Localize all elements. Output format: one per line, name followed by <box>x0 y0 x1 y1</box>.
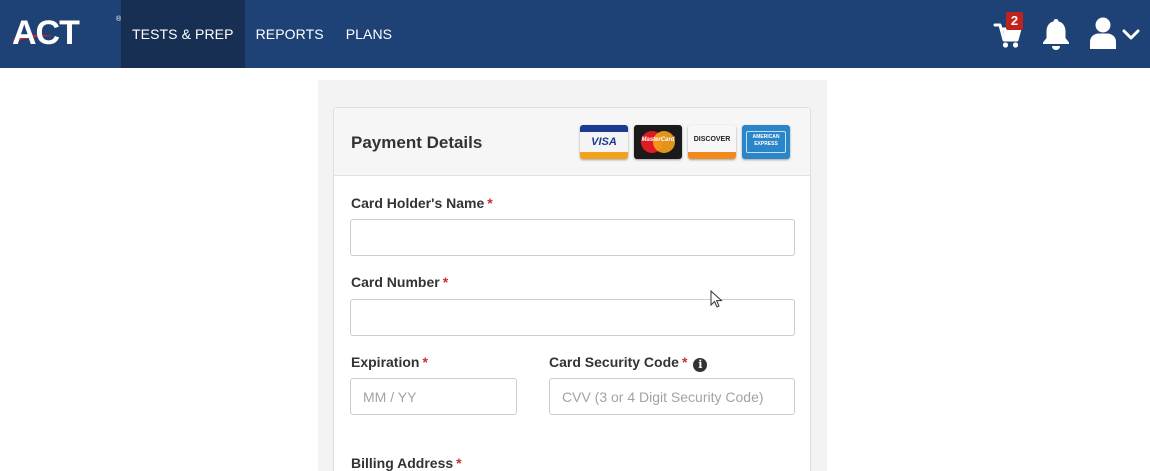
user-menu-button[interactable] <box>1089 16 1141 52</box>
required-marker: * <box>487 195 493 211</box>
card-number-input[interactable] <box>350 299 795 336</box>
top-navigation-bar: ACT ® TESTS & PREP REPORTS PLANS 2 <box>0 0 1150 68</box>
amex-card-icon: AMERICAN EXPRESS <box>742 125 790 159</box>
required-marker: * <box>456 455 462 471</box>
main-nav: TESTS & PREP REPORTS PLANS <box>121 0 403 68</box>
info-icon[interactable]: i <box>693 358 708 372</box>
nav-reports[interactable]: REPORTS <box>245 0 335 68</box>
mouse-cursor-icon <box>710 290 723 308</box>
cart-button[interactable]: 2 <box>993 12 1027 50</box>
discover-card-icon: DISCOVER <box>688 125 736 159</box>
card-holder-name-label: Card Holder's Name * <box>351 195 493 211</box>
accepted-cards: VISA MasterCard DISCOVER AMERICAN EXPRES… <box>580 125 790 159</box>
payment-details-title: Payment Details <box>351 133 483 152</box>
expiration-label: Expiration * <box>351 354 428 370</box>
cart-count-badge: 2 <box>1006 12 1023 30</box>
act-logo[interactable]: ACT ® <box>10 14 121 52</box>
expiration-input[interactable] <box>350 378 517 415</box>
required-marker: * <box>681 354 688 370</box>
required-marker: * <box>422 354 428 370</box>
card-holder-name-input[interactable] <box>350 219 795 256</box>
card-number-label: Card Number * <box>351 274 449 290</box>
mastercard-card-icon: MasterCard <box>634 125 682 159</box>
nav-plans[interactable]: PLANS <box>335 0 403 68</box>
required-marker: * <box>442 274 449 290</box>
card-security-code-input[interactable] <box>549 378 795 415</box>
billing-address-label: Billing Address * <box>351 455 462 471</box>
visa-card-icon: VISA <box>580 125 628 159</box>
bell-icon <box>1043 19 1069 50</box>
notifications-button[interactable] <box>1040 17 1072 51</box>
payment-details-header: Payment Details VISA MasterCard DISCOVER… <box>334 108 810 176</box>
card-security-code-label: Card Security Code * i <box>549 354 708 372</box>
nav-tests-and-prep[interactable]: TESTS & PREP <box>121 0 245 68</box>
user-icon <box>1090 17 1116 49</box>
logo-text: ACT <box>12 14 80 52</box>
chevron-down-icon <box>1122 29 1140 40</box>
